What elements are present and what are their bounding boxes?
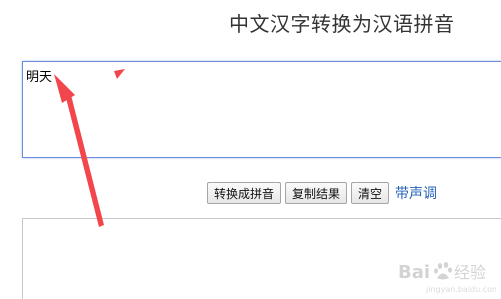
baidu-watermark-logo: Bai 经验 jingyan.baidu.com: [398, 262, 496, 294]
annotation-arrow-icon: [54, 69, 125, 227]
svg-text:jingyan.baidu.com: jingyan.baidu.com: [425, 285, 496, 294]
svg-text:Bai: Bai: [398, 262, 430, 283]
page: 中文汉字转换为汉语拼音 明天 转换成拼音 复制结果 清空 带声调 Bai 经验 …: [0, 0, 501, 299]
svg-text:经验: 经验: [454, 263, 486, 282]
